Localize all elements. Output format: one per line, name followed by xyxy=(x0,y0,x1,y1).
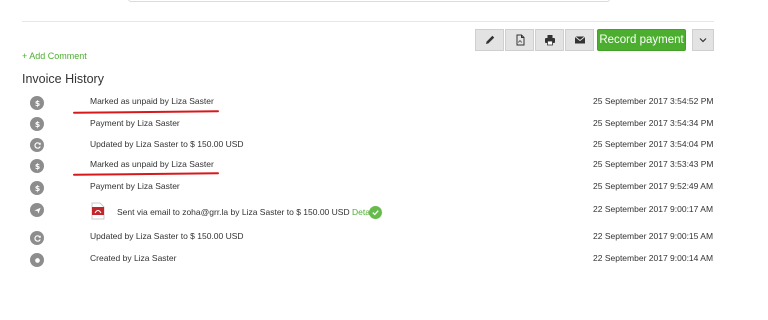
history-text: Created by Liza Saster xyxy=(90,253,177,263)
check-icon xyxy=(369,206,382,219)
history-text: Updated by Liza Saster to $ 150.00 USD xyxy=(90,139,244,149)
circle-icon xyxy=(30,253,44,267)
history-date: 25 September 2017 3:54:34 PM xyxy=(593,118,714,128)
dollar-icon: $ xyxy=(30,117,44,131)
record-payment-button[interactable]: Record payment xyxy=(597,29,686,51)
history-text: Marked as unpaid by Liza Saster xyxy=(90,159,214,169)
dollar-icon: $ xyxy=(30,159,44,173)
svg-text:$: $ xyxy=(34,120,39,129)
invoice-history-title: Invoice History xyxy=(22,72,104,86)
history-row: Updated by Liza Saster to $ 150.00 USD 2… xyxy=(0,135,768,155)
refresh-icon xyxy=(30,231,44,245)
svg-text:$: $ xyxy=(34,184,39,193)
pdf-file-icon xyxy=(91,202,105,220)
email-button[interactable] xyxy=(565,29,594,51)
more-options-button[interactable] xyxy=(692,29,714,51)
top-input-field[interactable] xyxy=(128,0,610,2)
history-date: 22 September 2017 9:00:15 AM xyxy=(593,231,714,241)
print-button[interactable] xyxy=(535,29,564,51)
history-date: 25 September 2017 3:53:43 PM xyxy=(593,159,714,169)
history-date: 25 September 2017 3:54:04 PM xyxy=(593,139,714,149)
invoice-toolbar xyxy=(475,29,595,51)
dollar-icon: $ xyxy=(30,96,44,110)
history-text: Marked as unpaid by Liza Saster xyxy=(90,96,214,106)
send-icon xyxy=(30,203,44,217)
history-row: $ Payment by Liza Saster 25 September 20… xyxy=(0,178,768,198)
history-text: Payment by Liza Saster xyxy=(90,181,180,191)
history-date: 22 September 2017 9:00:17 AM xyxy=(593,204,714,214)
history-date: 25 September 2017 9:52:49 AM xyxy=(593,181,714,191)
history-row: Updated by Liza Saster to $ 150.00 USD 2… xyxy=(0,228,768,248)
chevron-down-icon xyxy=(699,38,707,43)
history-text: Sent via email to zoha@grr.la by Liza Sa… xyxy=(117,207,378,217)
dollar-icon: $ xyxy=(30,181,44,195)
history-row: $ Payment by Liza Saster 25 September 20… xyxy=(0,114,768,134)
add-comment-link[interactable]: + Add Comment xyxy=(22,51,87,61)
pdf-icon xyxy=(516,34,524,46)
svg-text:$: $ xyxy=(34,162,39,171)
history-row: Created by Liza Saster 22 September 2017… xyxy=(0,250,768,270)
svg-text:$: $ xyxy=(34,99,39,108)
history-row: Sent via email to zoha@grr.la by Liza Sa… xyxy=(0,200,768,220)
pencil-icon xyxy=(485,35,494,44)
history-text: Updated by Liza Saster to $ 150.00 USD xyxy=(90,231,244,241)
history-row: $ Marked as unpaid by Liza Saster 25 Sep… xyxy=(0,93,768,113)
email-icon xyxy=(574,36,585,44)
history-date: 25 September 2017 3:54:52 PM xyxy=(593,96,714,106)
edit-button[interactable] xyxy=(475,29,504,51)
history-text: Payment by Liza Saster xyxy=(90,118,180,128)
history-text-body: Sent via email to zoha@grr.la by Liza Sa… xyxy=(117,207,350,217)
refresh-icon xyxy=(30,138,44,152)
pdf-button[interactable] xyxy=(505,29,534,51)
history-date: 22 September 2017 9:00:14 AM xyxy=(593,253,714,263)
print-icon xyxy=(544,35,555,46)
divider xyxy=(22,21,714,22)
